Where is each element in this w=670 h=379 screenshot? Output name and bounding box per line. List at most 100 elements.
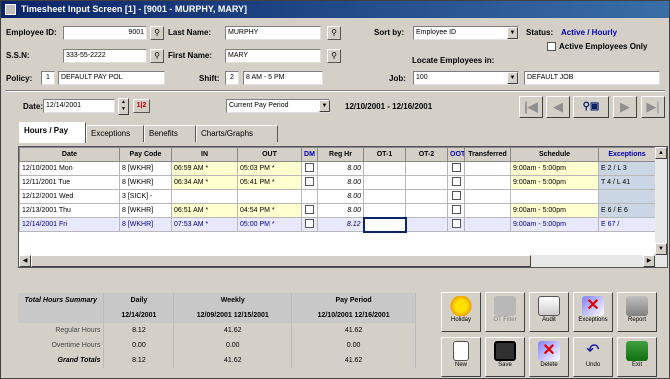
report-button[interactable]: Report <box>617 292 657 332</box>
cell-oot[interactable] <box>447 189 465 204</box>
cell-transferred[interactable] <box>464 203 511 218</box>
table-row[interactable]: 12/13/2001 Thu 8 [WKHR] 06:51 AM * 04:54… <box>19 203 656 218</box>
employee-lookup-nav-icon[interactable]: ⚲▣ <box>573 96 609 118</box>
cell-out[interactable] <box>237 189 302 204</box>
col-paycode[interactable]: Pay Code <box>119 147 172 162</box>
cell-reg-hr[interactable]: 8.00 <box>317 175 364 190</box>
col-exceptions[interactable]: Exceptions <box>598 147 656 162</box>
employee-id-field[interactable]: 9001 <box>63 26 147 40</box>
first-name-field[interactable]: MARY <box>225 49 321 63</box>
cell-out[interactable]: 04:54 PM * <box>237 203 302 218</box>
col-ot1[interactable]: OT-1 <box>363 147 406 162</box>
policy-number-field[interactable]: 1 <box>41 71 55 85</box>
cell-schedule[interactable]: 9:00am - 5:00pm <box>510 203 599 218</box>
new-button[interactable]: New <box>441 337 481 377</box>
oot-checkbox[interactable] <box>451 163 461 172</box>
title-bar[interactable]: Timesheet Input Screen [1] - [9001 - MUR… <box>1 1 669 18</box>
exceptions-button[interactable]: ✕ Exceptions <box>573 292 613 332</box>
cell-exceptions[interactable]: E 67 / <box>598 217 656 232</box>
cell-ot1-editing[interactable] <box>362 216 407 233</box>
cell-reg-hr[interactable]: 8.00 <box>317 203 364 218</box>
cell-reg-hr[interactable]: 8.00 <box>317 189 364 204</box>
cell-in[interactable] <box>171 189 238 204</box>
oot-checkbox[interactable] <box>451 219 461 228</box>
cell-ot1[interactable] <box>363 175 406 190</box>
cell-ot2[interactable] <box>405 175 448 190</box>
scroll-up-icon[interactable]: ▲ <box>655 147 667 159</box>
sort-by-dropdown-icon[interactable]: ▼ <box>507 27 518 39</box>
oot-checkbox[interactable] <box>451 177 461 186</box>
col-reg-hr[interactable]: Reg Hr <box>317 147 364 162</box>
cell-schedule[interactable] <box>510 189 599 204</box>
cell-date[interactable]: 12/11/2001 Tue <box>19 175 120 190</box>
cell-ot2[interactable] <box>405 203 448 218</box>
cell-reg-hr[interactable]: 8.12 <box>317 217 364 232</box>
last-record-icon[interactable]: ▶| <box>641 96 665 118</box>
calendar-icon[interactable]: 1|2 <box>133 99 150 113</box>
next-record-icon[interactable]: ▶ <box>613 96 637 118</box>
col-in[interactable]: IN <box>171 147 238 162</box>
last-name-field[interactable]: MURPHY <box>225 26 321 40</box>
table-row[interactable]: 12/11/2001 Tue 8 [WKHR] 06:34 AM * 05:41… <box>19 175 656 190</box>
dm-checkbox[interactable] <box>305 163 314 172</box>
cell-date[interactable]: 12/10/2001 Mon <box>19 161 120 176</box>
cell-schedule[interactable]: 9:00am - 5:00pm <box>510 217 599 232</box>
cell-reg-hr[interactable]: 8.00 <box>317 161 364 176</box>
cell-exceptions[interactable]: T 4 / L 41 <box>598 175 656 190</box>
cell-paycode[interactable]: 8 [WKHR] <box>119 175 172 190</box>
col-dm[interactable]: DM <box>301 147 318 162</box>
pay-period-dropdown-icon[interactable]: ▼ <box>319 100 330 112</box>
cell-dm[interactable] <box>301 203 318 218</box>
cell-oot[interactable] <box>447 203 465 218</box>
scroll-left-icon[interactable]: ◀ <box>19 255 31 267</box>
table-row[interactable]: 12/12/2001 Wed 3 [SICK] - 8.00 <box>19 189 656 204</box>
cell-in[interactable]: 06:34 AM * <box>171 175 238 190</box>
cell-dm[interactable] <box>301 217 318 232</box>
delete-button[interactable]: ✕ Delete <box>529 337 569 377</box>
employee-lookup-icon[interactable]: ⚲ <box>150 26 164 40</box>
cell-in[interactable]: 07:53 AM * <box>171 217 238 232</box>
grid-horizontal-scrollbar[interactable]: ◀ ▶ <box>19 255 655 267</box>
cell-date[interactable]: 12/13/2001 Thu <box>19 203 120 218</box>
tab-hours-pay[interactable]: Hours / Pay <box>19 122 86 143</box>
cell-oot[interactable] <box>447 175 465 190</box>
exit-button[interactable]: Exit <box>617 337 657 377</box>
cell-transferred[interactable] <box>464 189 511 204</box>
cell-date[interactable]: 12/14/2001 Fri <box>19 217 120 232</box>
tab-exceptions[interactable]: Exceptions <box>86 125 144 142</box>
cell-ot2[interactable] <box>405 161 448 176</box>
first-name-lookup-icon[interactable]: ⚲ <box>327 49 341 63</box>
cell-in[interactable]: 06:59 AM * <box>171 161 238 176</box>
table-row[interactable]: 12/10/2001 Mon 8 [WKHR] 06:59 AM * 05:03… <box>19 161 656 176</box>
tab-benefits[interactable]: Benefits <box>144 125 196 142</box>
cell-ot2[interactable] <box>405 217 448 232</box>
scroll-thumb[interactable] <box>31 255 531 267</box>
date-field[interactable]: 12/14/2001 <box>43 99 115 113</box>
job-dropdown-icon[interactable]: ▼ <box>507 72 518 84</box>
cell-paycode[interactable]: 8 [WKHR] <box>119 161 172 176</box>
table-row-selected[interactable]: 12/14/2001 Fri 8 [WKHR] 07:53 AM * 05:00… <box>19 216 656 233</box>
ssn-lookup-icon[interactable]: ⚲ <box>150 49 164 63</box>
first-record-icon[interactable]: |◀ <box>519 96 543 118</box>
cell-paycode[interactable]: 8 [WKHR] <box>119 203 172 218</box>
oot-checkbox[interactable] <box>451 205 461 214</box>
audit-button[interactable]: Audit <box>529 292 569 332</box>
col-transferred[interactable]: Transferred <box>464 147 511 162</box>
col-oot[interactable]: OOT <box>447 147 465 162</box>
active-only-checkbox[interactable] <box>547 42 556 51</box>
col-out[interactable]: OUT <box>237 147 302 162</box>
cell-exceptions[interactable]: E 2 / L 3 <box>598 161 656 176</box>
holiday-button[interactable]: Holiday <box>441 292 481 332</box>
previous-record-icon[interactable]: ◀ <box>546 96 570 118</box>
cell-exceptions[interactable] <box>598 189 656 204</box>
scroll-down-icon[interactable]: ▼ <box>655 243 667 255</box>
cell-oot[interactable] <box>447 217 465 232</box>
dm-checkbox[interactable] <box>305 219 314 228</box>
col-date[interactable]: Date <box>19 147 120 162</box>
cell-paycode[interactable]: 8 [WKHR] <box>119 217 172 232</box>
cell-ot2[interactable] <box>405 189 448 204</box>
last-name-lookup-icon[interactable]: ⚲ <box>327 26 341 40</box>
sort-by-select[interactable]: Employee ID <box>413 26 519 40</box>
cell-transferred[interactable] <box>464 175 511 190</box>
ot-filter-button[interactable]: OT Filter <box>485 292 525 332</box>
